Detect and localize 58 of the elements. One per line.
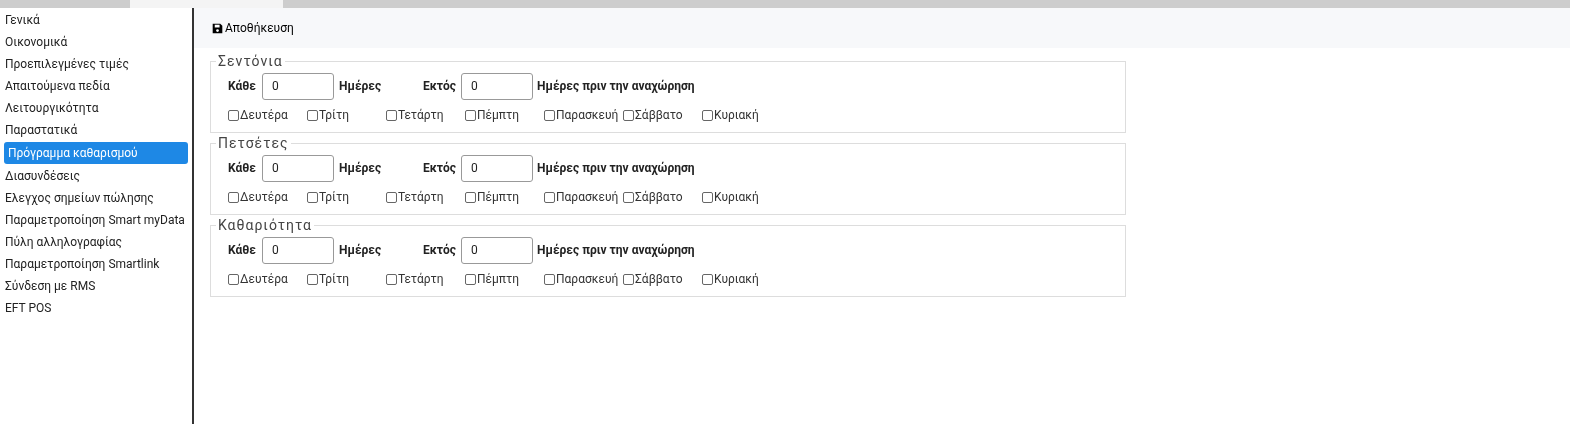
- day-checkbox[interactable]: Τετάρτη: [386, 270, 465, 288]
- day-checkbox[interactable]: Παρασκευή: [544, 270, 623, 288]
- day-checkbox[interactable]: Δευτέρα: [228, 106, 307, 124]
- field-label: Εκτός: [423, 160, 457, 177]
- day-checkbox[interactable]: Δευτέρα: [228, 188, 307, 206]
- field-label: Ημέρες πριν την αναχώρηση: [537, 78, 695, 95]
- sidebar-item[interactable]: Ελεγχος σημείων πώλησης: [4, 187, 188, 209]
- field-label: Ημέρες: [339, 242, 383, 259]
- input-field[interactable]: 0: [461, 154, 533, 182]
- section-title: Σεντόνια: [217, 53, 284, 69]
- input-field[interactable]: 0: [262, 154, 334, 182]
- sidebar-item[interactable]: EFT POS: [4, 297, 188, 319]
- day-checkbox[interactable]: Σάββατο: [623, 106, 702, 124]
- day-checkbox[interactable]: Κυριακή: [702, 270, 781, 288]
- field-label: Ημέρες: [339, 160, 383, 177]
- day-checkbox[interactable]: Παρασκευή: [544, 106, 623, 124]
- day-checkbox[interactable]: Κυριακή: [702, 188, 781, 206]
- sidebar-item[interactable]: Σύνδεση με RMS: [4, 275, 188, 297]
- day-checkbox[interactable]: Τετάρτη: [386, 106, 465, 124]
- save-button[interactable]: Αποθήκευση: [212, 19, 294, 37]
- day-checkbox[interactable]: Σάββατο: [623, 188, 702, 206]
- field-label: Ημέρες πριν την αναχώρηση: [537, 160, 695, 177]
- sidebar-item[interactable]: Γενικά: [4, 9, 188, 31]
- day-checkbox[interactable]: Πέμπτη: [465, 188, 544, 206]
- day-checkbox[interactable]: Τρίτη: [307, 270, 386, 288]
- field-label: Κάθε: [228, 160, 258, 177]
- sidebar-item[interactable]: Παραμετροποίηση Smart myData: [4, 209, 188, 231]
- field-label: Εκτός: [423, 242, 457, 259]
- sidebar-item[interactable]: Παραστατικά: [4, 119, 188, 141]
- sidebar-item[interactable]: Οικονομικά: [4, 31, 188, 53]
- field-label: Ημέρες πριν την αναχώρηση: [537, 242, 695, 259]
- day-checkbox[interactable]: Σάββατο: [623, 270, 702, 288]
- day-checkbox[interactable]: Τρίτη: [307, 106, 386, 124]
- input-field[interactable]: 0: [262, 72, 334, 100]
- day-checkbox[interactable]: Πέμπτη: [465, 270, 544, 288]
- day-checkbox[interactable]: Δευτέρα: [228, 270, 307, 288]
- day-checkbox[interactable]: Κυριακή: [702, 106, 781, 124]
- day-checkbox[interactable]: Τρίτη: [307, 188, 386, 206]
- day-checkbox[interactable]: Πέμπτη: [465, 106, 544, 124]
- tab[interactable]: [130, 0, 283, 8]
- day-checkbox[interactable]: Παρασκευή: [544, 188, 623, 206]
- field-label: Κάθε: [228, 242, 258, 259]
- sidebar-item[interactable]: Παραμετροποίηση Smartlink: [4, 253, 188, 275]
- section-title: Πετσέτες: [217, 135, 290, 151]
- sidebar-item[interactable]: Πρόγραμμα καθαρισμού: [4, 142, 188, 164]
- field-label: Ημέρες: [339, 78, 383, 95]
- input-field[interactable]: 0: [461, 236, 533, 264]
- sidebar-item[interactable]: Απαιτούμενα πεδία: [4, 75, 188, 97]
- section-title: Καθαριότητα: [217, 217, 313, 233]
- sidebar-item[interactable]: Πύλη αλληλογραφίας: [4, 231, 188, 253]
- sidebar-item[interactable]: Λειτουργικότητα: [4, 97, 188, 119]
- sidebar-item[interactable]: Διασυνδέσεις: [4, 165, 188, 187]
- sidebar-item[interactable]: Προεπιλεγμένες τιμές: [4, 53, 188, 75]
- day-checkbox[interactable]: Τετάρτη: [386, 188, 465, 206]
- field-label: Κάθε: [228, 78, 258, 95]
- field-label: Εκτός: [423, 78, 457, 95]
- input-field[interactable]: 0: [461, 72, 533, 100]
- input-field[interactable]: 0: [262, 236, 334, 264]
